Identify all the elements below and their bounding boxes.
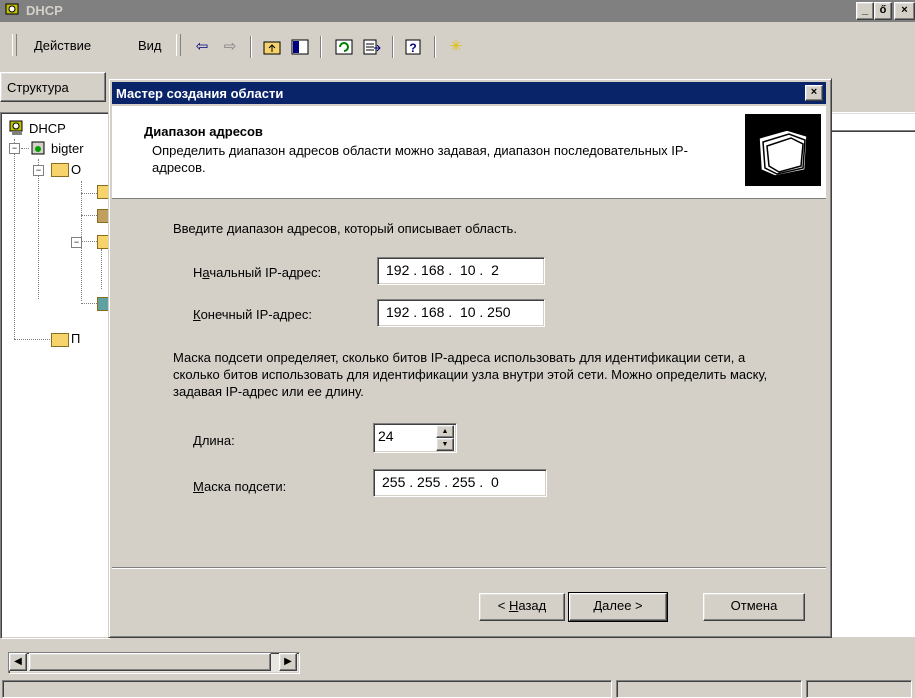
subnet-mask-value: 255 . 255 . 255 . 0 bbox=[382, 474, 499, 490]
export-list-icon[interactable] bbox=[362, 38, 382, 56]
toolbar-separator bbox=[392, 36, 394, 58]
toolbar-separator bbox=[434, 36, 436, 58]
back-label-pre: < bbox=[497, 598, 509, 613]
minimize-button[interactable]: _ bbox=[856, 2, 874, 20]
length-label-post: лина: bbox=[201, 433, 235, 448]
header-description: Определить диапазон адресов области можн… bbox=[152, 143, 688, 175]
length-label-hotkey: Д bbox=[193, 433, 202, 448]
back-arrow-icon[interactable]: ⇦ bbox=[192, 38, 212, 56]
up-folder-icon[interactable] bbox=[262, 38, 282, 56]
new-scope-wizard-dialog: Мастер создания области × Диапазон адрес… bbox=[108, 78, 832, 638]
subnet-mask-label-post: аска подсети: bbox=[203, 479, 287, 494]
toolbar-grip[interactable] bbox=[176, 34, 181, 56]
tree-item-dhcp[interactable]: DHCP bbox=[29, 121, 66, 136]
refresh-icon[interactable] bbox=[334, 38, 354, 56]
status-segment bbox=[2, 680, 612, 698]
svg-text:?: ? bbox=[409, 41, 416, 55]
cancel-label: Отмена bbox=[730, 598, 778, 613]
menu-grip[interactable] bbox=[12, 34, 17, 56]
result-pane[interactable] bbox=[830, 112, 915, 637]
forward-arrow-icon[interactable]: ⇨ bbox=[220, 38, 240, 56]
result-column-header[interactable] bbox=[830, 112, 915, 132]
collapse-icon[interactable]: − bbox=[33, 165, 44, 176]
dialog-close-button[interactable]: × bbox=[805, 85, 823, 101]
scroll-thumb[interactable] bbox=[29, 653, 271, 671]
show-hide-tree-icon[interactable] bbox=[290, 38, 310, 56]
tab-structure[interactable]: Структура bbox=[0, 72, 106, 102]
tree-item-server[interactable]: bigter bbox=[51, 141, 84, 156]
close-window-button[interactable]: × bbox=[894, 2, 915, 20]
subnet-mask-label: Маска подсети: bbox=[193, 479, 286, 494]
back-button[interactable]: < Назад bbox=[479, 593, 565, 621]
header-title: Диапазон адресов bbox=[144, 124, 263, 139]
subnet-mask-field[interactable]: 255 . 255 . 255 . 0 bbox=[373, 469, 547, 497]
end-ip-value: 192 . 168 . 10 . 250 bbox=[386, 304, 511, 320]
length-spinbox[interactable]: 24 ▲ ▼ bbox=[373, 423, 457, 453]
scroll-left-arrow-icon[interactable]: ◀ bbox=[9, 653, 27, 671]
tree-pane[interactable]: DHCP − bigter − О − П bbox=[0, 112, 111, 639]
tree-horizontal-scrollbar[interactable]: ◀ ▶ bbox=[8, 652, 300, 674]
length-value: 24 bbox=[378, 428, 394, 444]
cancel-button[interactable]: Отмена bbox=[703, 593, 805, 621]
toolbar-separator bbox=[250, 36, 252, 58]
status-segment bbox=[616, 680, 802, 698]
status-bar bbox=[0, 680, 915, 698]
dialog-title: Мастер создания области bbox=[116, 86, 284, 101]
next-button[interactable]: Далее > bbox=[568, 592, 668, 622]
menu-toolbar: Действие Вид ⇦ ⇨ ? ✳ bbox=[0, 30, 915, 58]
tab-structure-label: Структура bbox=[7, 80, 69, 95]
server-options-icon bbox=[51, 333, 69, 347]
dialog-title-bar: Мастер создания области × bbox=[112, 82, 826, 104]
help-icon[interactable]: ? bbox=[404, 38, 424, 56]
window-title: DHCP bbox=[26, 3, 63, 18]
end-ip-label-hotkey: К bbox=[193, 307, 201, 322]
wizard-folders-icon bbox=[745, 114, 821, 186]
toolbar-separator bbox=[320, 36, 322, 58]
intro-text: Введите диапазон адресов, который описыв… bbox=[173, 221, 517, 236]
collapse-icon[interactable]: − bbox=[9, 143, 20, 154]
end-ip-label-post: онечный IP-адрес: bbox=[200, 307, 312, 322]
folder-icon bbox=[51, 163, 69, 177]
tree-item-scope[interactable]: О bbox=[71, 162, 81, 177]
subnet-mask-label-hotkey: М bbox=[193, 479, 204, 494]
menu-view[interactable]: Вид bbox=[138, 38, 162, 53]
mask-description: Маска подсети определяет, сколько битов … bbox=[173, 350, 768, 399]
dhcp-root-icon bbox=[9, 120, 23, 135]
collapse-icon[interactable]: − bbox=[71, 237, 82, 248]
spin-up-icon[interactable]: ▲ bbox=[436, 425, 454, 438]
back-label-post: азад bbox=[518, 598, 547, 613]
menu-action-label: Действие bbox=[34, 38, 92, 53]
menu-action[interactable]: Действие bbox=[34, 38, 91, 53]
end-ip-label: Конечный IP-адрес: bbox=[193, 307, 312, 322]
server-icon bbox=[31, 141, 45, 155]
dialog-divider bbox=[112, 567, 826, 569]
length-label: Длина: bbox=[193, 433, 235, 448]
start-ip-field[interactable]: 192 . 168 . 10 . 2 bbox=[377, 257, 545, 285]
wizard-header: Диапазон адресов Определить диапазон адр… bbox=[112, 106, 826, 199]
tree-item-server-options[interactable]: П bbox=[71, 331, 80, 346]
spin-down-icon[interactable]: ▼ bbox=[436, 438, 454, 451]
start-ip-label-pre: Н bbox=[193, 265, 203, 280]
end-ip-field[interactable]: 192 . 168 . 10 . 250 bbox=[377, 299, 545, 327]
status-segment bbox=[806, 680, 912, 698]
new-scope-icon[interactable]: ✳ bbox=[446, 38, 466, 56]
scroll-right-arrow-icon[interactable]: ▶ bbox=[279, 653, 297, 671]
start-ip-label: Начальный IP-адрес: bbox=[193, 265, 321, 280]
next-label: Далее > bbox=[593, 598, 643, 613]
menu-view-label: Вид bbox=[138, 38, 162, 53]
start-ip-value: 192 . 168 . 10 . 2 bbox=[386, 262, 499, 278]
main-title-bar: DHCP _ ő × bbox=[0, 0, 915, 22]
back-label-hotkey: Н bbox=[508, 598, 519, 613]
dhcp-app-icon bbox=[5, 3, 19, 18]
restore-button[interactable]: ő bbox=[874, 2, 892, 20]
start-ip-label-post: чальный IP-адрес: bbox=[209, 265, 322, 280]
